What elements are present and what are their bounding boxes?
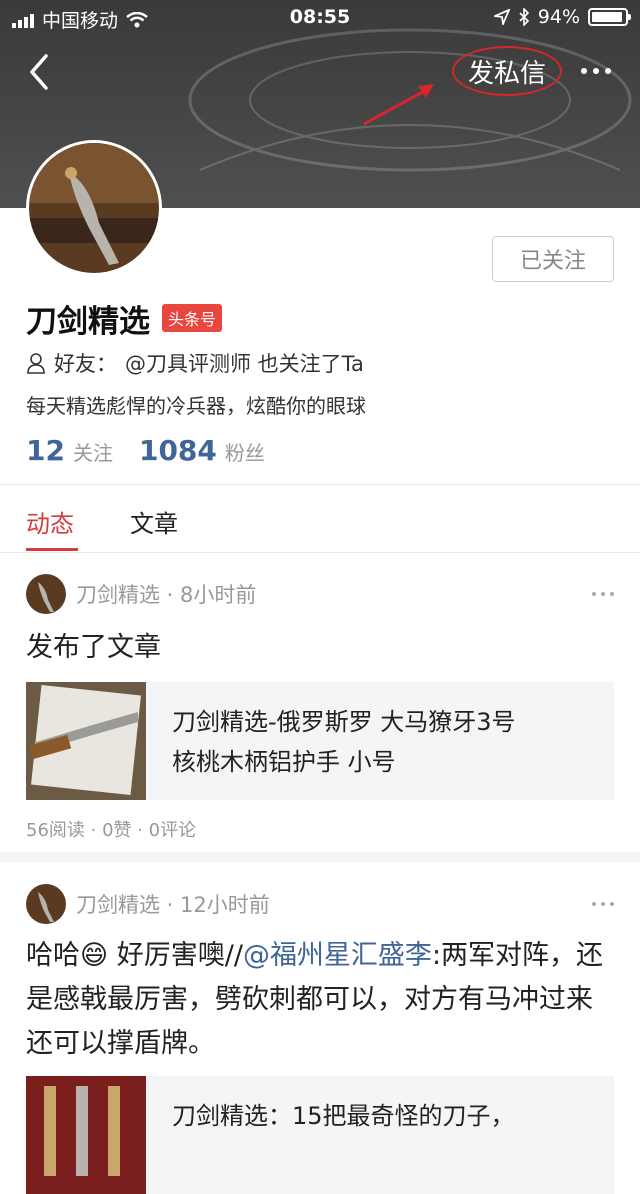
bluetooth-icon (519, 8, 529, 26)
divider (0, 552, 640, 553)
post-text: 哈哈😄 好厉害噢//@福州星汇盛李:两军对阵，还是感戟最厉害，劈砍刺都可以，对方… (26, 934, 616, 1066)
article-title-line1: 刀剑精选：15把最奇怪的刀子， (172, 1102, 515, 1130)
post-text: 发布了文章 (26, 632, 161, 663)
post-avatar[interactable] (26, 574, 66, 614)
more-dot-icon (605, 68, 611, 74)
avatar-image (26, 884, 66, 924)
post-author: 刀剑精选 (76, 583, 160, 607)
following-count[interactable]: 12 (26, 434, 65, 467)
post-text-prefix: 哈哈 (26, 940, 80, 971)
person-icon (27, 353, 45, 374)
friends-text: @刀具评测师 也关注了Ta (125, 352, 364, 376)
more-dot-icon (610, 592, 614, 596)
send-message-label: 发私信 (467, 58, 546, 89)
smile-emoji-icon: 😄 (80, 940, 109, 971)
following-label[interactable]: 关注 (73, 437, 113, 466)
more-dot-icon (592, 592, 596, 596)
send-message-button[interactable]: 发私信 (452, 46, 562, 96)
post-time: 8小时前 (180, 583, 257, 607)
more-options-button[interactable] (574, 56, 618, 86)
post-header: 刀剑精选 · 8小时前 (26, 574, 256, 614)
battery-icon (588, 8, 631, 26)
followed-button[interactable]: 已关注 (492, 236, 614, 282)
active-tab-indicator (26, 548, 78, 551)
more-dot-icon (593, 68, 599, 74)
tab-dynamic[interactable]: 动态 (26, 504, 74, 539)
more-dot-icon (601, 902, 605, 906)
article-title: 刀剑精选-俄罗斯罗 大马獠牙3号 核桃木柄铝护手 小号 (146, 682, 516, 800)
user-mention-link[interactable]: @福州星汇盛李 (243, 940, 432, 971)
annotation-arrow (363, 84, 434, 126)
article-card[interactable]: 刀剑精选：15把最奇怪的刀子， (26, 1076, 614, 1194)
feed-post[interactable]: 刀剑精选 · 8小时前 发布了文章 刀剑精选-俄罗斯罗 大马獠牙3号 核桃木柄铝… (0, 574, 640, 844)
chevron-left-icon (30, 54, 48, 90)
article-title-line1: 刀剑精选-俄罗斯罗 大马獠牙3号 (172, 708, 516, 736)
article-thumbnail (26, 682, 146, 800)
followed-label: 已关注 (519, 249, 586, 274)
post-meta: 刀剑精选 · 12小时前 (76, 893, 270, 917)
article-thumbnail (26, 1076, 146, 1194)
profile-bio: 每天精选彪悍的冷兵器，炫酷你的眼球 (26, 394, 366, 418)
article-card[interactable]: 刀剑精选-俄罗斯罗 大马獠牙3号 核桃木柄铝护手 小号 (26, 682, 614, 800)
back-button[interactable] (22, 50, 62, 94)
battery-fill (592, 12, 623, 22)
article-title-line2: 核桃木柄铝护手 小号 (172, 748, 396, 776)
status-right: 94% (493, 6, 631, 28)
followers-label[interactable]: 粉丝 (225, 437, 265, 466)
followers-count[interactable]: 1084 (139, 434, 217, 467)
article-title: 刀剑精选：15把最奇怪的刀子， (146, 1076, 515, 1194)
profile-stats: 12 关注 1084 粉丝 (26, 434, 283, 467)
more-dot-icon (581, 68, 587, 74)
mutual-friends[interactable]: 好友： @刀具评测师 也关注了Ta (26, 348, 364, 378)
tab-articles[interactable]: 文章 (130, 504, 178, 539)
status-bar: 中国移动 08:55 94% (0, 0, 640, 36)
feed-post[interactable]: 刀剑精选 · 12小时前 哈哈😄 好厉害噢//@福州星汇盛李:两军对阵，还是感戟… (0, 884, 640, 1194)
post-stats: 56阅读 · 0赞 · 0评论 (26, 820, 197, 841)
content-tabs: 动态 文章 (0, 484, 640, 552)
post-meta: 刀剑精选 · 8小时前 (76, 583, 257, 607)
battery-percent: 94% (537, 6, 580, 28)
post-more-button[interactable] (592, 902, 614, 906)
profile-name: 刀剑精选 (26, 304, 150, 340)
post-header: 刀剑精选 · 12小时前 (26, 884, 270, 924)
post-author: 刀剑精选 (76, 893, 160, 917)
post-time: 12小时前 (180, 893, 270, 917)
more-dot-icon (592, 902, 596, 906)
post-more-button[interactable] (592, 592, 614, 596)
post-text-part1: 好厉害噢// (108, 940, 243, 971)
toutiao-badge: 头条号 (162, 304, 223, 332)
avatar-image (29, 143, 159, 273)
post-avatar[interactable] (26, 884, 66, 924)
more-dot-icon (610, 902, 614, 906)
location-icon (493, 9, 510, 25)
more-dot-icon (601, 592, 605, 596)
profile-avatar[interactable] (26, 140, 162, 276)
avatar-image (26, 574, 66, 614)
section-gap (0, 852, 640, 862)
friends-prefix: 好友： (54, 352, 117, 376)
